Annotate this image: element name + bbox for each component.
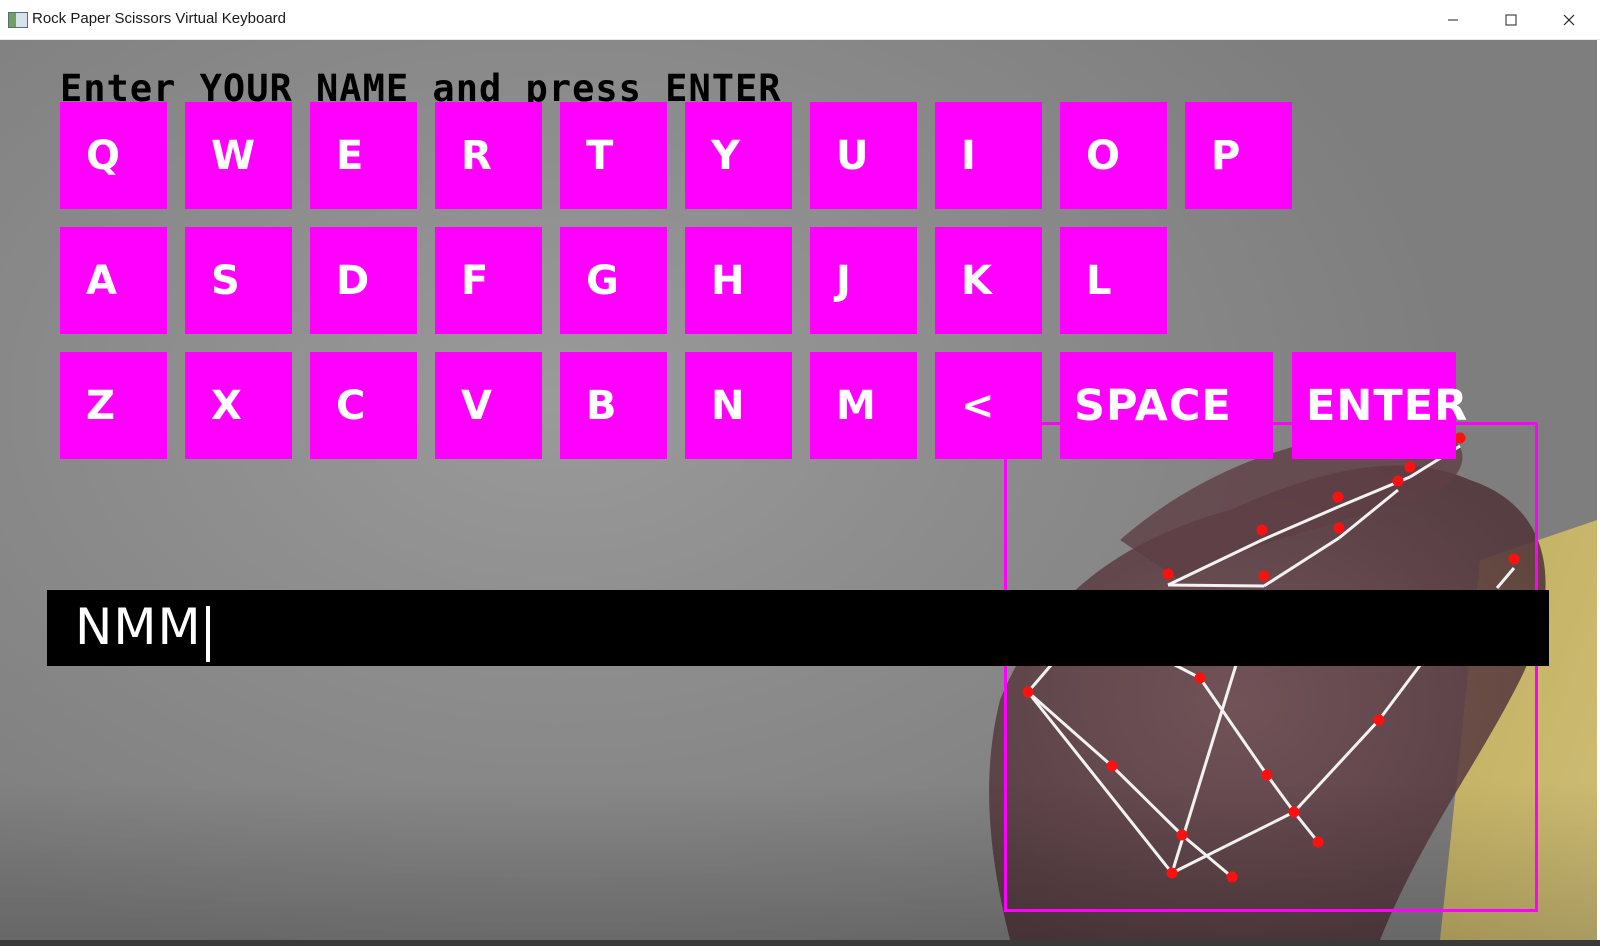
key-v[interactable]: V (435, 352, 542, 459)
key-enter[interactable]: ENTER (1292, 352, 1467, 459)
minimize-button[interactable] (1424, 0, 1482, 39)
key-b[interactable]: B (560, 352, 667, 459)
window-title: Rock Paper Scissors Virtual Keyboard (32, 10, 287, 27)
camera-view: Enter YOUR NAME and press ENTER Q W E R … (0, 40, 1597, 940)
typed-text: NMM (75, 598, 202, 656)
text-cursor (206, 606, 210, 662)
app-icon (8, 12, 28, 28)
key-n[interactable]: N (685, 352, 792, 459)
key-space[interactable]: SPACE (1060, 352, 1273, 459)
typed-text-bar[interactable]: NMM (47, 590, 1549, 666)
maximize-button[interactable] (1482, 0, 1540, 39)
close-icon (1563, 14, 1575, 25)
key-backspace[interactable]: < (935, 352, 1042, 459)
key-c[interactable]: C (310, 352, 417, 459)
minimize-icon (1448, 19, 1458, 20)
title-bar: Rock Paper Scissors Virtual Keyboard (0, 0, 1600, 40)
close-button[interactable] (1540, 0, 1598, 39)
key-z[interactable]: Z (60, 352, 167, 459)
maximize-icon (1505, 14, 1517, 25)
hand-landmarks (1022, 432, 1520, 883)
app-window: Rock Paper Scissors Virtual Keyboard Ent… (0, 0, 1600, 940)
key-x[interactable]: X (185, 352, 292, 459)
key-m[interactable]: M (810, 352, 917, 459)
